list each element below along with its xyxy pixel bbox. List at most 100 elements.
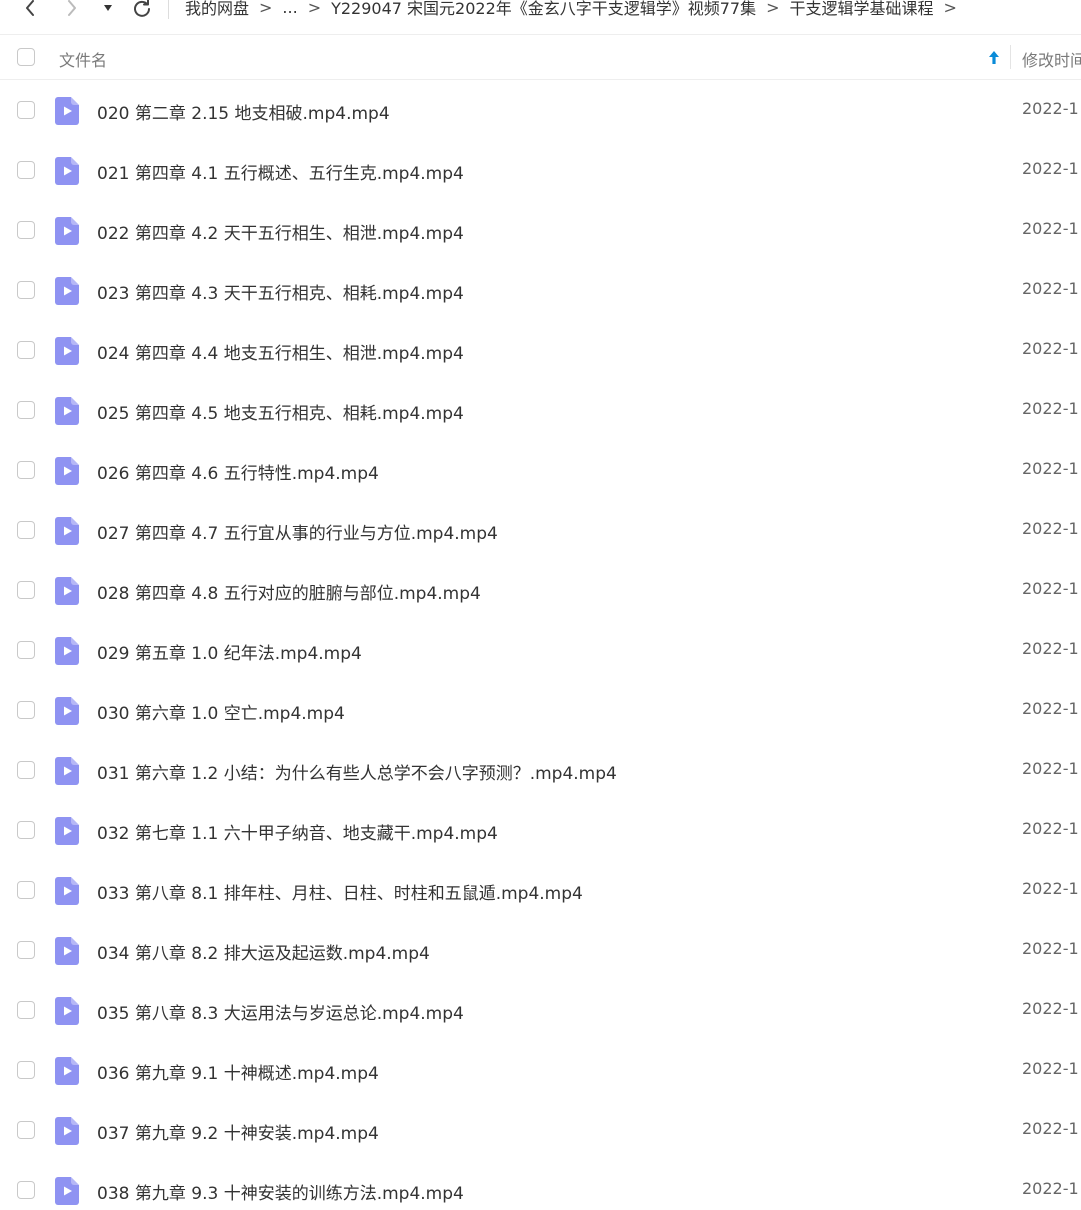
file-name[interactable]: 030 第六章 1.0 空亡.mp4.mp4 bbox=[97, 699, 345, 724]
video-file-icon bbox=[55, 337, 79, 365]
file-row[interactable]: 020 第二章 2.15 地支相破.mp4.mp4 2022-1 bbox=[0, 80, 1081, 140]
video-file-icon bbox=[55, 637, 79, 665]
file-row[interactable]: 028 第四章 4.8 五行对应的脏腑与部位.mp4.mp4 2022-1 bbox=[0, 560, 1081, 620]
row-checkbox[interactable] bbox=[17, 1001, 35, 1019]
video-file-icon bbox=[55, 217, 79, 245]
file-row[interactable]: 035 第八章 8.3 大运用法与岁运总论.mp4.mp4 2022-1 bbox=[0, 980, 1081, 1040]
video-file-icon bbox=[55, 457, 79, 485]
breadcrumb-item-ellipsis[interactable]: ... bbox=[282, 0, 297, 17]
file-name[interactable]: 033 第八章 8.1 排年柱、月柱、日柱、时柱和五鼠遁.mp4.mp4 bbox=[97, 879, 583, 904]
row-checkbox[interactable] bbox=[17, 161, 35, 179]
row-checkbox[interactable] bbox=[17, 581, 35, 599]
video-file-icon bbox=[55, 757, 79, 785]
forward-button[interactable] bbox=[60, 0, 84, 20]
file-modified-time: 2022-1 bbox=[1022, 339, 1079, 358]
row-checkbox[interactable] bbox=[17, 761, 35, 779]
file-modified-time: 2022-1 bbox=[1022, 639, 1079, 658]
row-checkbox[interactable] bbox=[17, 1061, 35, 1079]
row-checkbox[interactable] bbox=[17, 461, 35, 479]
breadcrumb-separator: > bbox=[259, 0, 273, 17]
file-name[interactable]: 020 第二章 2.15 地支相破.mp4.mp4 bbox=[97, 99, 390, 124]
video-file-icon bbox=[55, 997, 79, 1025]
file-modified-time: 2022-1 bbox=[1022, 99, 1079, 118]
row-checkbox[interactable] bbox=[17, 401, 35, 419]
file-modified-time: 2022-1 bbox=[1022, 579, 1079, 598]
file-row[interactable]: 033 第八章 8.1 排年柱、月柱、日柱、时柱和五鼠遁.mp4.mp4 2022… bbox=[0, 860, 1081, 920]
file-row[interactable]: 036 第九章 9.1 十神概述.mp4.mp4 2022-1 bbox=[0, 1040, 1081, 1100]
file-row[interactable]: 023 第四章 4.3 天干五行相克、相耗.mp4.mp4 2022-1 bbox=[0, 260, 1081, 320]
file-modified-time: 2022-1 bbox=[1022, 279, 1079, 298]
row-checkbox[interactable] bbox=[17, 101, 35, 119]
file-row[interactable]: 026 第四章 4.6 五行特性.mp4.mp4 2022-1 bbox=[0, 440, 1081, 500]
file-row[interactable]: 027 第四章 4.7 五行宜从事的行业与方位.mp4.mp4 2022-1 bbox=[0, 500, 1081, 560]
file-row[interactable]: 024 第四章 4.4 地支五行相生、相泄.mp4.mp4 2022-1 bbox=[0, 320, 1081, 380]
file-name[interactable]: 029 第五章 1.0 纪年法.mp4.mp4 bbox=[97, 639, 362, 664]
refresh-button[interactable] bbox=[130, 0, 154, 20]
file-modified-time: 2022-1 bbox=[1022, 1179, 1079, 1198]
file-name[interactable]: 024 第四章 4.4 地支五行相生、相泄.mp4.mp4 bbox=[97, 339, 464, 364]
breadcrumb: 我的网盘 > ... > Y229047 宋国元2022年《金玄八字干支逻辑学》… bbox=[185, 0, 967, 19]
video-file-icon bbox=[55, 517, 79, 545]
file-name[interactable]: 026 第四章 4.6 五行特性.mp4.mp4 bbox=[97, 459, 379, 484]
file-row[interactable]: 025 第四章 4.5 地支五行相克、相耗.mp4.mp4 2022-1 bbox=[0, 380, 1081, 440]
file-modified-time: 2022-1 bbox=[1022, 699, 1079, 718]
file-name[interactable]: 025 第四章 4.5 地支五行相克、相耗.mp4.mp4 bbox=[97, 399, 464, 424]
history-dropdown-button[interactable] bbox=[96, 0, 120, 20]
file-name[interactable]: 023 第四章 4.3 天干五行相克、相耗.mp4.mp4 bbox=[97, 279, 464, 304]
row-checkbox[interactable] bbox=[17, 521, 35, 539]
file-row[interactable]: 038 第九章 9.3 十神安装的训练方法.mp4.mp4 2022-1 bbox=[0, 1160, 1081, 1210]
file-row[interactable]: 030 第六章 1.0 空亡.mp4.mp4 2022-1 bbox=[0, 680, 1081, 740]
video-file-icon bbox=[55, 1177, 79, 1205]
breadcrumb-item-root[interactable]: 我的网盘 bbox=[185, 0, 249, 19]
file-row[interactable]: 031 第六章 1.2 小结：为什么有些人总学不会八字预测？.mp4.mp4 20… bbox=[0, 740, 1081, 800]
file-name[interactable]: 021 第四章 4.1 五行概述、五行生克.mp4.mp4 bbox=[97, 159, 464, 184]
video-file-icon bbox=[55, 817, 79, 845]
file-name[interactable]: 037 第九章 9.2 十神安装.mp4.mp4 bbox=[97, 1119, 379, 1144]
file-name[interactable]: 032 第七章 1.1 六十甲子纳音、地支藏干.mp4.mp4 bbox=[97, 819, 498, 844]
row-checkbox[interactable] bbox=[17, 1181, 35, 1199]
row-checkbox[interactable] bbox=[17, 821, 35, 839]
nav-divider bbox=[168, 0, 169, 19]
file-name[interactable]: 034 第八章 8.2 排大运及起运数.mp4.mp4 bbox=[97, 939, 430, 964]
breadcrumb-separator: > bbox=[766, 0, 780, 17]
column-header-modified-time[interactable]: 修改时间 bbox=[1022, 47, 1081, 71]
file-name[interactable]: 022 第四章 4.2 天干五行相生、相泄.mp4.mp4 bbox=[97, 219, 464, 244]
file-name[interactable]: 027 第四章 4.7 五行宜从事的行业与方位.mp4.mp4 bbox=[97, 519, 498, 544]
row-checkbox[interactable] bbox=[17, 1121, 35, 1139]
file-row[interactable]: 032 第七章 1.1 六十甲子纳音、地支藏干.mp4.mp4 2022-1 bbox=[0, 800, 1081, 860]
video-file-icon bbox=[55, 397, 79, 425]
file-modified-time: 2022-1 bbox=[1022, 219, 1079, 238]
breadcrumb-item-collection[interactable]: Y229047 宋国元2022年《金玄八字干支逻辑学》视频77集 bbox=[331, 0, 756, 19]
file-row[interactable]: 034 第八章 8.2 排大运及起运数.mp4.mp4 2022-1 bbox=[0, 920, 1081, 980]
row-checkbox[interactable] bbox=[17, 221, 35, 239]
column-resize-handle[interactable] bbox=[1010, 45, 1011, 69]
file-name[interactable]: 035 第八章 8.3 大运用法与岁运总论.mp4.mp4 bbox=[97, 999, 464, 1024]
file-name[interactable]: 031 第六章 1.2 小结：为什么有些人总学不会八字预测？.mp4.mp4 bbox=[97, 759, 617, 784]
file-modified-time: 2022-1 bbox=[1022, 459, 1079, 478]
file-name[interactable]: 036 第九章 9.1 十神概述.mp4.mp4 bbox=[97, 1059, 379, 1084]
select-all-checkbox[interactable] bbox=[17, 48, 35, 66]
file-row[interactable]: 022 第四章 4.2 天干五行相生、相泄.mp4.mp4 2022-1 bbox=[0, 200, 1081, 260]
navigation-bar: 我的网盘 > ... > Y229047 宋国元2022年《金玄八字干支逻辑学》… bbox=[0, 0, 1081, 34]
row-checkbox[interactable] bbox=[17, 281, 35, 299]
file-name[interactable]: 028 第四章 4.8 五行对应的脏腑与部位.mp4.mp4 bbox=[97, 579, 481, 604]
column-header-filename[interactable]: 文件名 bbox=[59, 47, 107, 71]
file-row[interactable]: 021 第四章 4.1 五行概述、五行生克.mp4.mp4 2022-1 bbox=[0, 140, 1081, 200]
file-row[interactable]: 037 第九章 9.2 十神安装.mp4.mp4 2022-1 bbox=[0, 1100, 1081, 1160]
video-file-icon bbox=[55, 1117, 79, 1145]
file-modified-time: 2022-1 bbox=[1022, 399, 1079, 418]
sort-ascending-icon[interactable] bbox=[986, 48, 1002, 66]
back-button[interactable] bbox=[18, 0, 42, 20]
file-modified-time: 2022-1 bbox=[1022, 1059, 1079, 1078]
file-name[interactable]: 038 第九章 9.3 十神安装的训练方法.mp4.mp4 bbox=[97, 1179, 464, 1204]
breadcrumb-separator: > bbox=[943, 0, 957, 17]
file-modified-time: 2022-1 bbox=[1022, 939, 1079, 958]
row-checkbox[interactable] bbox=[17, 641, 35, 659]
row-checkbox[interactable] bbox=[17, 701, 35, 719]
row-checkbox[interactable] bbox=[17, 341, 35, 359]
file-row[interactable]: 029 第五章 1.0 纪年法.mp4.mp4 2022-1 bbox=[0, 620, 1081, 680]
breadcrumb-item-current[interactable]: 干支逻辑学基础课程 bbox=[790, 0, 934, 19]
row-checkbox[interactable] bbox=[17, 881, 35, 899]
row-checkbox[interactable] bbox=[17, 941, 35, 959]
video-file-icon bbox=[55, 877, 79, 905]
